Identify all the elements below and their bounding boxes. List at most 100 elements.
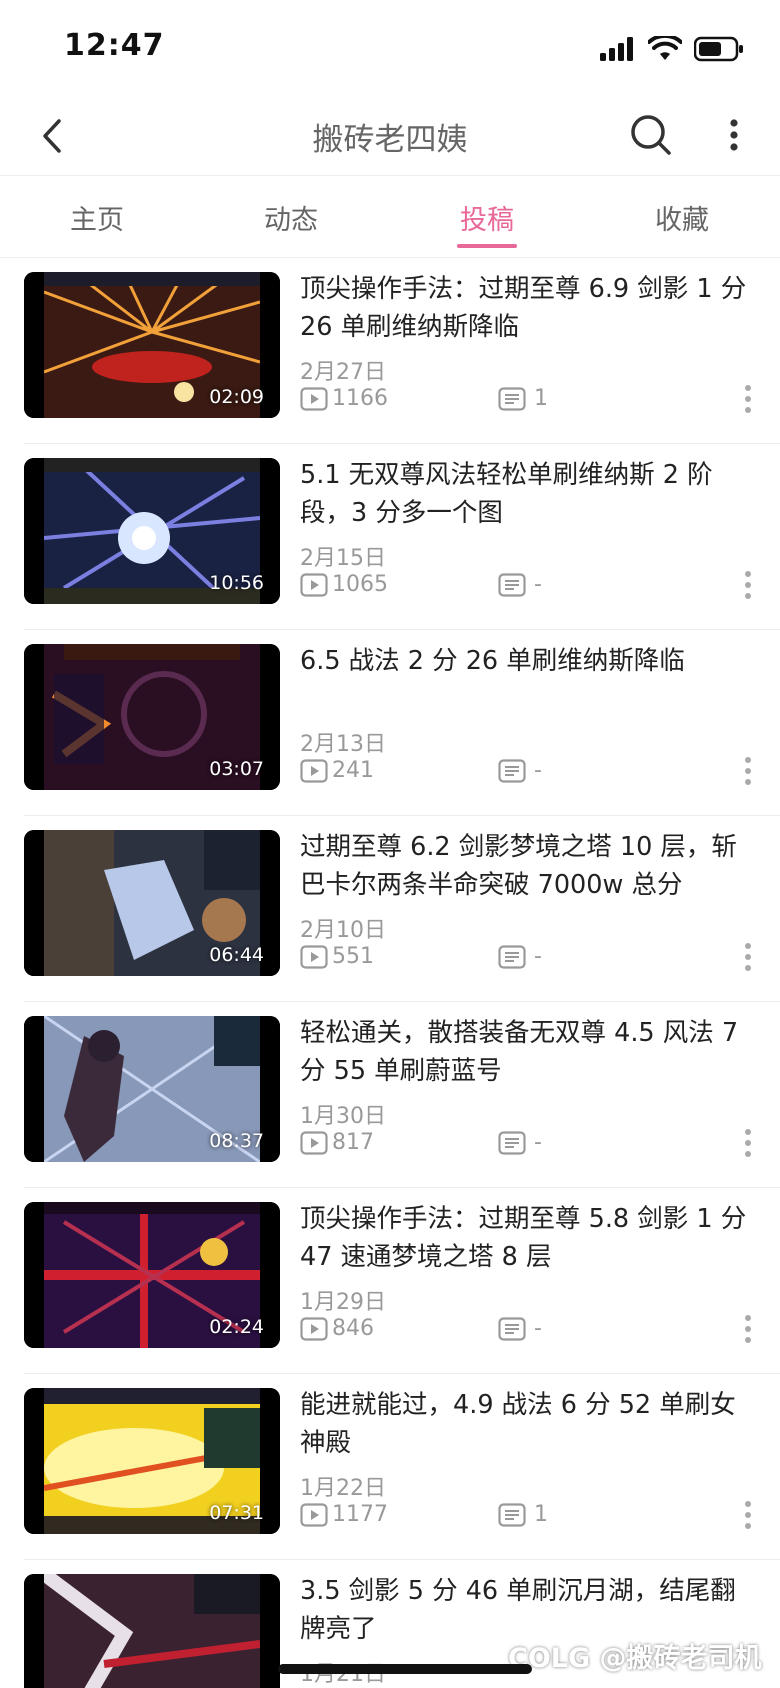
cellular-signal-icon: [600, 37, 633, 61]
play-count-value: 1166: [332, 386, 388, 411]
video-thumbnail[interactable]: 10:56: [24, 458, 280, 604]
tab-home[interactable]: 主页: [37, 198, 157, 237]
video-title[interactable]: 顶尖操作手法：过期至尊 6.9 剑影 1 分 26 单刷维纳斯降临: [300, 270, 754, 346]
comment-count-icon: [498, 386, 526, 411]
comment-count: 1: [498, 1502, 548, 1527]
video-title[interactable]: 轻松通关，散搭装备无双尊 4.5 风法 7 分 55 单刷蔚蓝号: [300, 1014, 754, 1090]
tab-bar: 主页 动态 投稿 收藏: [0, 176, 780, 258]
comment-count-icon: [498, 1130, 526, 1155]
comment-count-value: -: [534, 572, 542, 597]
video-thumbnail[interactable]: 06:44: [24, 830, 280, 976]
play-count-value: 551: [332, 944, 374, 969]
video-duration: 02:24: [209, 1316, 264, 1338]
comment-count-icon: [498, 1316, 526, 1341]
letterbox-left: [24, 830, 44, 976]
vertical-dots-icon: [745, 1315, 751, 1343]
comment-count: -: [498, 1130, 542, 1155]
comment-count-value: 1: [534, 1502, 548, 1527]
thumbnail-image: [44, 1574, 260, 1688]
video-thumbnail[interactable]: 02:24: [24, 1202, 280, 1348]
comment-count-icon: [498, 572, 526, 597]
video-duration: 10:56: [209, 572, 264, 594]
letterbox-left: [24, 1574, 44, 1688]
video-title[interactable]: 过期至尊 6.2 剑影梦境之塔 10 层，斩巴卡尔两条半命突破 7000w 总分: [300, 828, 754, 904]
video-thumbnail[interactable]: [24, 1574, 280, 1688]
video-duration: 07:31: [209, 1502, 264, 1524]
comment-count-icon: [498, 944, 526, 969]
play-count: 1166: [300, 386, 388, 411]
comment-count: -: [498, 572, 542, 597]
nav-bar: 搬砖老四姨: [0, 96, 780, 176]
play-count-icon: [300, 758, 328, 783]
video-date: 2月15日: [300, 546, 386, 571]
tab-activity[interactable]: 动态: [231, 198, 351, 237]
video-item[interactable]: 10:56 5.1 无双尊风法轻松单刷维纳斯 2 阶段，3 分多一个图 2月15…: [0, 444, 780, 630]
vertical-dots-icon: [730, 119, 738, 151]
video-item[interactable]: 03:07 6.5 战法 2 分 26 单刷维纳斯降临 2月13日 241 -: [0, 630, 780, 816]
comment-count-icon: [498, 1502, 526, 1527]
video-date: 2月10日: [300, 918, 386, 943]
video-title[interactable]: 能进就能过，4.9 战法 6 分 52 单刷女神殿: [300, 1386, 754, 1462]
comment-count-value: -: [534, 758, 542, 783]
video-more-button[interactable]: [736, 938, 760, 976]
video-title[interactable]: 5.1 无双尊风法轻松单刷维纳斯 2 阶段，3 分多一个图: [300, 456, 754, 532]
video-more-button[interactable]: [736, 566, 760, 604]
active-tab-indicator: [457, 244, 517, 248]
video-thumbnail[interactable]: 07:31: [24, 1388, 280, 1534]
vertical-dots-icon: [745, 385, 751, 413]
play-count-value: 846: [332, 1316, 374, 1341]
play-count: 1065: [300, 572, 388, 597]
video-item[interactable]: 08:37 轻松通关，散搭装备无双尊 4.5 风法 7 分 55 单刷蔚蓝号 1…: [0, 1002, 780, 1188]
comment-count: -: [498, 758, 542, 783]
vertical-dots-icon: [745, 757, 751, 785]
tab-favorites[interactable]: 收藏: [622, 198, 742, 237]
status-bar: 12:47: [0, 0, 780, 96]
video-item[interactable]: 02:09 顶尖操作手法：过期至尊 6.9 剑影 1 分 26 单刷维纳斯降临 …: [0, 258, 780, 444]
video-more-button[interactable]: [736, 380, 760, 418]
video-duration: 06:44: [209, 944, 264, 966]
play-count-icon: [300, 944, 328, 969]
play-count-value: 817: [332, 1130, 374, 1155]
video-item[interactable]: 02:24 顶尖操作手法：过期至尊 5.8 剑影 1 分 47 速通梦境之塔 8…: [0, 1188, 780, 1374]
video-thumbnail[interactable]: 02:09: [24, 272, 280, 418]
wifi-icon: [648, 36, 682, 60]
search-button[interactable]: [626, 110, 676, 160]
vertical-dots-icon: [745, 1129, 751, 1157]
play-count: 1177: [300, 1502, 388, 1527]
video-title[interactable]: 6.5 战法 2 分 26 单刷维纳斯降临: [300, 642, 754, 680]
more-options-button[interactable]: [714, 110, 754, 160]
video-more-button[interactable]: [736, 1310, 760, 1348]
video-item[interactable]: 07:31 能进就能过，4.9 战法 6 分 52 单刷女神殿 1月22日 11…: [0, 1374, 780, 1560]
letterbox-left: [24, 644, 44, 790]
video-more-button[interactable]: [736, 752, 760, 790]
video-thumbnail[interactable]: 08:37: [24, 1016, 280, 1162]
home-indicator[interactable]: [278, 1664, 532, 1674]
video-duration: 08:37: [209, 1130, 264, 1152]
comment-count: -: [498, 944, 542, 969]
video-more-button[interactable]: [736, 1124, 760, 1162]
status-icons: [600, 36, 744, 62]
status-time: 12:47: [64, 28, 165, 63]
comment-count-value: -: [534, 944, 542, 969]
comment-count-value: -: [534, 1130, 542, 1155]
video-thumbnail[interactable]: 03:07: [24, 644, 280, 790]
search-icon: [631, 115, 671, 155]
video-more-button[interactable]: [736, 1496, 760, 1534]
letterbox-left: [24, 458, 44, 604]
play-count-icon: [300, 386, 328, 411]
play-count-value: 241: [332, 758, 374, 783]
letterbox-left: [24, 1016, 44, 1162]
vertical-dots-icon: [745, 943, 751, 971]
video-date: 1月22日: [300, 1476, 386, 1501]
play-count: 241: [300, 758, 374, 783]
play-count: 551: [300, 944, 374, 969]
video-date: 2月27日: [300, 360, 386, 385]
comment-count-icon: [498, 758, 526, 783]
video-date: 1月29日: [300, 1290, 386, 1315]
comment-count: -: [498, 1316, 542, 1341]
video-title[interactable]: 顶尖操作手法：过期至尊 5.8 剑影 1 分 47 速通梦境之塔 8 层: [300, 1200, 754, 1276]
video-item[interactable]: 06:44 过期至尊 6.2 剑影梦境之塔 10 层，斩巴卡尔两条半命突破 70…: [0, 816, 780, 1002]
tab-submissions[interactable]: 投稿: [427, 198, 547, 237]
vertical-dots-icon: [745, 571, 751, 599]
video-date: 2月13日: [300, 732, 386, 757]
